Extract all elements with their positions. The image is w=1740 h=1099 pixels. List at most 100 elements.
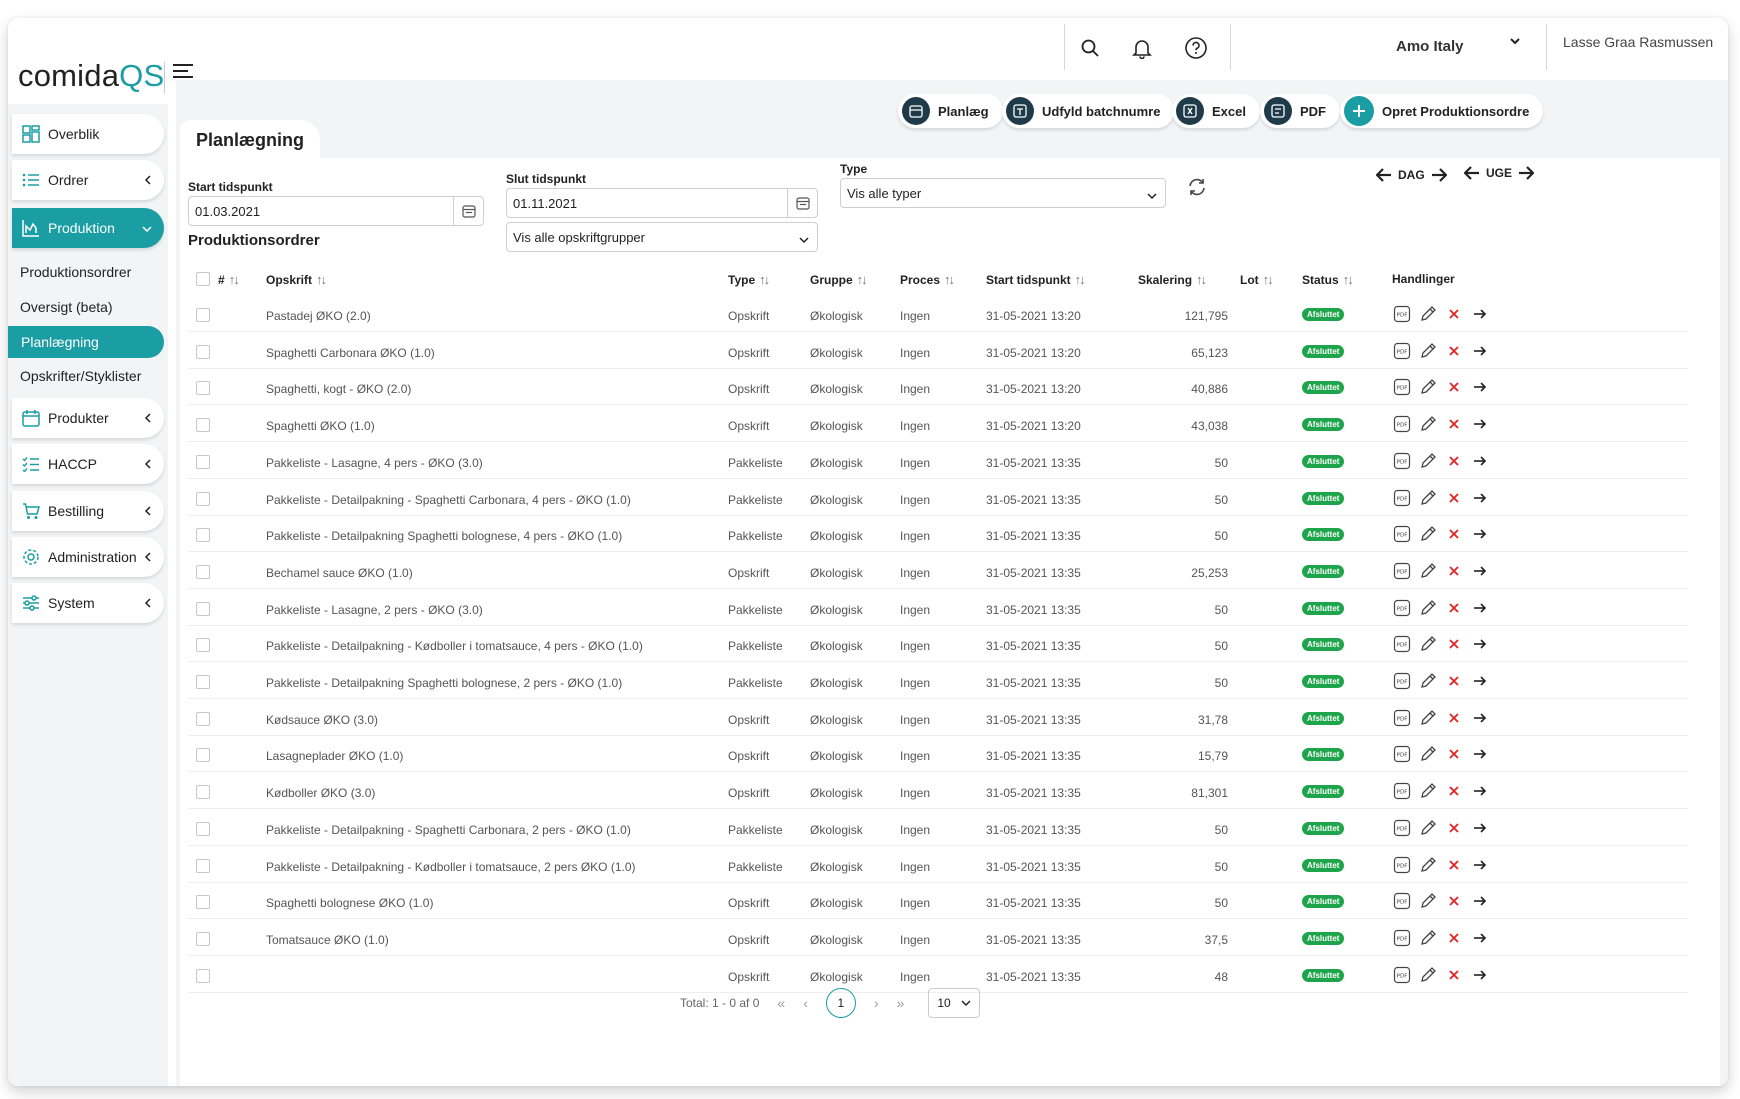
row-checkbox[interactable]	[196, 931, 210, 946]
pdf-icon[interactable]: PDF	[1392, 451, 1412, 471]
table-row[interactable]: Spaghetti Carbonara ØKO (1.0) Opskrift Øko…	[188, 335, 1688, 369]
row-checkbox[interactable]	[196, 601, 210, 616]
pdf-icon[interactable]: PDF	[1392, 928, 1412, 948]
arrow-left-icon[interactable]	[1464, 166, 1480, 180]
edit-icon[interactable]	[1418, 634, 1438, 654]
pdf-icon[interactable]: PDF	[1392, 377, 1412, 397]
chevron-down-icon[interactable]	[1508, 34, 1522, 53]
help-icon[interactable]	[1176, 28, 1216, 68]
pdf-icon[interactable]: PDF	[1392, 598, 1412, 618]
column-status[interactable]: Status ↑↓	[1302, 272, 1354, 287]
pdf-icon[interactable]: PDF	[1392, 708, 1412, 728]
table-row[interactable]: Spaghetti ØKO (1.0) Opskrift Økologisk Inge…	[188, 408, 1688, 443]
arrow-right-icon[interactable]	[1470, 634, 1490, 654]
edit-icon[interactable]	[1418, 965, 1438, 985]
edit-icon[interactable]	[1418, 414, 1438, 434]
arrow-right-icon[interactable]	[1470, 377, 1490, 397]
pdf-icon[interactable]: PDF	[1392, 524, 1412, 544]
prev-page-icon[interactable]: ‹	[803, 995, 808, 1011]
table-row[interactable]: Pastadej ØKO (2.0) Opskrift Økologisk Ingen…	[188, 298, 1688, 332]
pdf-icon[interactable]: PDF	[1392, 781, 1412, 801]
row-checkbox[interactable]	[196, 675, 210, 689]
delete-icon[interactable]	[1444, 414, 1464, 434]
row-checkbox[interactable]	[196, 454, 210, 469]
delete-icon[interactable]	[1444, 744, 1464, 764]
arrow-right-icon[interactable]	[1470, 965, 1490, 985]
arrow-right-icon[interactable]	[1470, 488, 1490, 508]
pdf-icon[interactable]: PDF	[1392, 414, 1412, 434]
table-row[interactable]: Pakkeliste - Detailpakning Spaghetti bol…	[188, 665, 1688, 699]
edit-icon[interactable]	[1418, 561, 1438, 581]
delete-icon[interactable]	[1444, 891, 1464, 911]
arrow-right-icon[interactable]	[1470, 414, 1490, 434]
row-checkbox[interactable]	[196, 968, 210, 983]
delete-icon[interactable]	[1444, 451, 1464, 471]
table-row[interactable]: Pakkeliste - Lasagne, 4 pers - ØKO (3.0)…	[188, 445, 1688, 479]
column-type[interactable]: Type ↑↓	[728, 272, 770, 287]
row-checkbox[interactable]	[196, 491, 210, 506]
edit-icon[interactable]	[1418, 818, 1438, 838]
sidebar-item-produktion[interactable]: Produktion	[12, 208, 164, 248]
arrow-right-icon[interactable]	[1470, 561, 1490, 581]
delete-icon[interactable]	[1444, 341, 1464, 361]
edit-icon[interactable]	[1418, 928, 1438, 948]
delete-icon[interactable]	[1444, 488, 1464, 508]
arrow-right-icon[interactable]	[1470, 341, 1490, 361]
pdf-icon[interactable]: PDF	[1392, 488, 1412, 508]
arrow-right-icon[interactable]	[1470, 818, 1490, 838]
row-checkbox[interactable]	[196, 638, 210, 653]
sidebar-item-haccp[interactable]: HACCP	[12, 444, 164, 484]
arrow-right-icon[interactable]	[1470, 451, 1490, 471]
delete-icon[interactable]	[1444, 781, 1464, 801]
delete-icon[interactable]	[1444, 818, 1464, 838]
edit-icon[interactable]	[1418, 377, 1438, 397]
column-recipe[interactable]: Opskrift ↑↓	[266, 272, 327, 287]
row-checkbox[interactable]	[196, 564, 210, 579]
table-row[interactable]: Spaghetti, kogt - ØKO (2.0) Opskrift Økolo…	[188, 371, 1688, 406]
sidebar-subitem-produktionsordrer[interactable]: Produktionsordrer	[20, 264, 131, 280]
edit-icon[interactable]	[1418, 708, 1438, 728]
arrow-right-icon[interactable]	[1470, 928, 1490, 948]
pdf-button[interactable]: PDF	[1260, 94, 1340, 128]
row-checkbox[interactable]	[196, 821, 210, 836]
column-process[interactable]: Proces ↑↓	[900, 272, 955, 287]
column-scaling[interactable]: Skalering ↑↓	[1138, 272, 1207, 287]
pdf-icon[interactable]: PDF	[1392, 891, 1412, 911]
calendar-icon[interactable]	[787, 189, 817, 217]
pdf-icon[interactable]: PDF	[1392, 561, 1412, 581]
table-row[interactable]: Bechamel sauce ØKO (1.0) Opskrift Økologis…	[188, 555, 1688, 589]
sidebar-item-overblik[interactable]: Overblik	[12, 114, 164, 154]
row-checkbox[interactable]	[196, 785, 210, 800]
edit-icon[interactable]	[1418, 341, 1438, 361]
pdf-icon[interactable]: PDF	[1392, 744, 1412, 764]
row-checkbox[interactable]	[196, 418, 210, 433]
edit-icon[interactable]	[1418, 891, 1438, 911]
company-selector[interactable]: Amo Italy	[1396, 38, 1464, 55]
sidebar-item-bestilling[interactable]: Bestilling	[12, 491, 164, 531]
create-production-order-button[interactable]: Opret Produktionsordre	[1340, 94, 1544, 128]
delete-icon[interactable]	[1444, 377, 1464, 397]
delete-icon[interactable]	[1444, 304, 1464, 324]
arrow-right-icon[interactable]	[1470, 598, 1490, 618]
table-row[interactable]: Pakkeliste - Lasagne, 2 pers - ØKO (3.0)…	[188, 592, 1688, 626]
row-checkbox[interactable]	[196, 858, 210, 873]
table-row[interactable]: Kødsauce ØKO (3.0) Opskrift Økologisk Ingen…	[188, 702, 1688, 736]
plan-button[interactable]: Planlæg	[898, 94, 1003, 128]
recipe-group-select[interactable]: Vis alle opskriftgrupper	[506, 222, 818, 252]
sidebar-item-ordrer[interactable]: Ordrer	[12, 160, 164, 200]
arrow-right-icon[interactable]	[1431, 168, 1447, 182]
sidebar-item-produkter[interactable]: Produkter	[12, 398, 164, 438]
edit-icon[interactable]	[1418, 781, 1438, 801]
table-row[interactable]: Pakkeliste - Detailpakning - Spaghetti C…	[188, 812, 1688, 846]
table-row[interactable]: Pakkeliste - Detailpakning - Kødboller i…	[188, 849, 1688, 883]
excel-button[interactable]: Excel	[1172, 94, 1260, 128]
refresh-icon[interactable]	[1186, 176, 1208, 203]
row-checkbox[interactable]	[196, 344, 210, 359]
delete-icon[interactable]	[1444, 855, 1464, 875]
sidebar-subitem-planlaegning[interactable]: Planlægning	[8, 326, 164, 358]
arrow-right-icon[interactable]	[1470, 304, 1490, 324]
current-page[interactable]: 1	[825, 988, 856, 1018]
arrow-right-icon[interactable]	[1470, 524, 1490, 544]
edit-icon[interactable]	[1418, 304, 1438, 324]
delete-icon[interactable]	[1444, 671, 1464, 691]
